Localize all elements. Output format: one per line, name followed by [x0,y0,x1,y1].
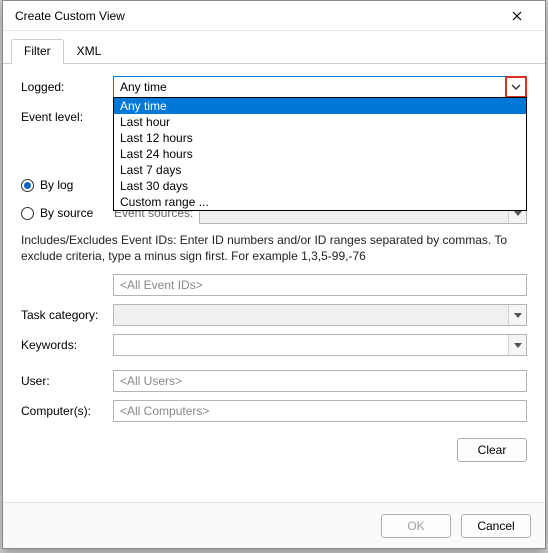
tab-xml[interactable]: XML [64,39,115,63]
radio-by-log[interactable] [21,179,34,192]
eventids-help-text: Includes/Excludes Event IDs: Enter ID nu… [21,232,527,264]
taskcategory-label: Task category: [21,308,113,322]
chevron-down-icon [514,343,522,348]
by-source-label: By source [40,206,114,220]
keywords-combobox[interactable] [113,334,527,356]
logged-value: Any time [114,80,506,94]
computers-label: Computer(s): [21,404,113,418]
radio-by-source[interactable] [21,207,34,220]
logged-option-last-hour[interactable]: Last hour [114,114,526,130]
logged-option-custom-range[interactable]: Custom range ... [114,194,526,210]
title-bar: Create Custom View [3,1,545,31]
tab-bar: Filter XML [3,31,545,64]
close-button[interactable] [497,2,537,30]
ok-button[interactable]: OK [381,514,451,538]
keywords-label: Keywords: [21,338,113,352]
clear-button[interactable]: Clear [457,438,527,462]
eventids-input[interactable]: <All Event IDs> [113,274,527,296]
logged-label: Logged: [21,80,113,94]
user-input[interactable]: <All Users> [113,370,527,392]
logged-dropdown[interactable]: Any time Any time Last hour Last 12 hour… [113,76,527,98]
dialog-body: Logged: Any time Any time Last hour Last… [3,64,545,462]
dialog-window: Create Custom View Filter XML Logged: An… [2,0,546,549]
logged-option-last-24-hours[interactable]: Last 24 hours [114,146,526,162]
computers-input[interactable]: <All Computers> [113,400,527,422]
by-log-label: By log [40,178,114,192]
taskcategory-combobox[interactable] [113,304,527,326]
taskcategory-arrow[interactable] [508,305,526,325]
chevron-down-icon [514,313,522,318]
close-icon [512,11,522,21]
logged-option-last-30-days[interactable]: Last 30 days [114,178,526,194]
window-title: Create Custom View [15,9,497,23]
logged-option-last-12-hours[interactable]: Last 12 hours [114,130,526,146]
logged-option-any-time[interactable]: Any time [114,98,526,114]
tab-filter[interactable]: Filter [11,39,64,64]
dialog-footer: OK Cancel [3,502,545,548]
logged-dropdown-list: Any time Last hour Last 12 hours Last 24… [113,97,527,211]
chevron-down-icon [511,84,521,90]
logged-option-last-7-days[interactable]: Last 7 days [114,162,526,178]
eventlevel-label: Event level: [21,106,113,124]
user-label: User: [21,374,113,388]
dropdown-arrow-highlight[interactable] [505,76,527,98]
cancel-button[interactable]: Cancel [461,514,531,538]
chevron-down-icon [514,211,522,216]
keywords-arrow[interactable] [508,335,526,355]
